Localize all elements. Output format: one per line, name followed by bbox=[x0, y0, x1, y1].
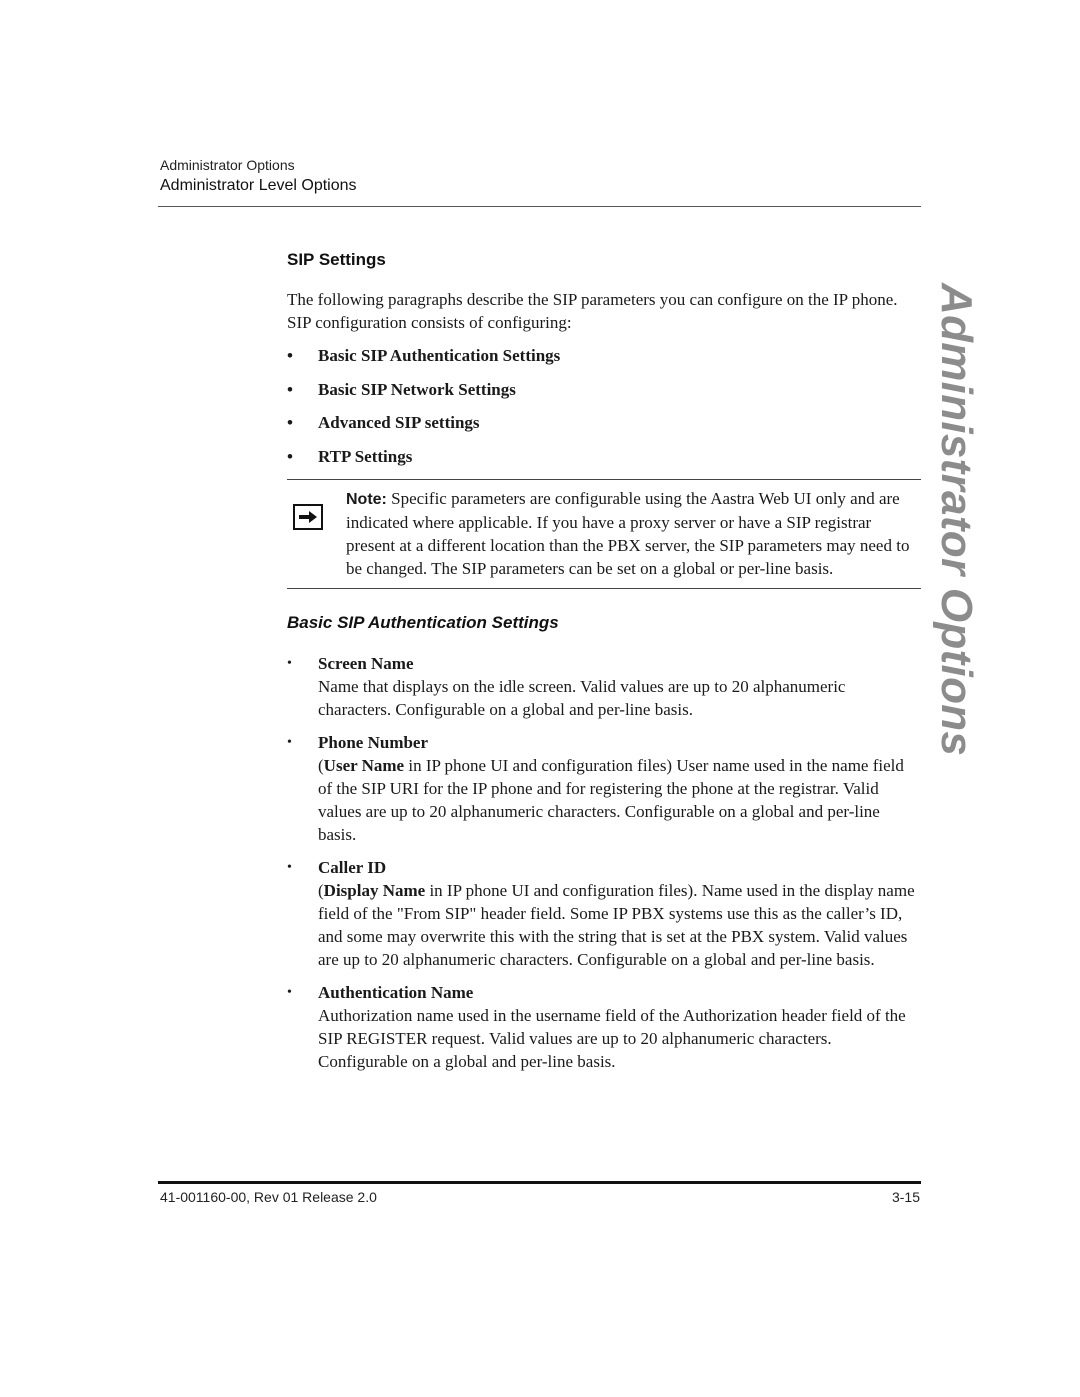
bullet-icon: • bbox=[287, 379, 293, 399]
parameter-description: Name that displays on the idle screen. V… bbox=[318, 675, 921, 721]
bullet-icon: • bbox=[287, 735, 292, 750]
parameter-term: Phone Number bbox=[318, 733, 429, 752]
config-list-item: • Advanced SIP settings bbox=[287, 412, 921, 434]
side-tab: Administrator Options bbox=[932, 283, 981, 756]
config-list-item: • Basic SIP Authentication Settings bbox=[287, 345, 921, 367]
note-body: Specific parameters are configurable usi… bbox=[346, 489, 910, 578]
ui-name: Display Name bbox=[323, 881, 426, 900]
bullet-icon: • bbox=[287, 656, 292, 671]
config-list-item: • Basic SIP Network Settings bbox=[287, 379, 921, 401]
parameter-term: Screen Name bbox=[318, 654, 414, 673]
config-item-label: Basic SIP Network Settings bbox=[318, 379, 516, 399]
bullet-icon: • bbox=[287, 413, 293, 432]
bullet-icon: • bbox=[287, 446, 293, 466]
note-label: Note: bbox=[346, 491, 387, 508]
running-head: Administrator Options Administrator Leve… bbox=[160, 156, 357, 197]
document-id: 41-001160-00, Rev 01 Release 2.0 bbox=[160, 1189, 377, 1205]
config-item-label: Advanced SIP settings bbox=[318, 413, 480, 432]
intro-paragraph: The following paragraphs describe the SI… bbox=[287, 290, 898, 332]
note-text: Note: Specific parameters are configurab… bbox=[346, 487, 921, 580]
side-tab-label: Administrator Options bbox=[932, 283, 981, 757]
parameter-description: (Display Name in IP phone UI and configu… bbox=[318, 879, 921, 971]
page-number: 3-15 bbox=[891, 1189, 920, 1205]
parameter-desc-text: in IP phone UI and configuration files) … bbox=[318, 756, 904, 844]
config-item-label: RTP Settings bbox=[318, 446, 413, 466]
heading-basic-sip-auth: Basic SIP Authentication Settings bbox=[287, 613, 559, 632]
parameter-item: • Authentication Name Authorization name… bbox=[287, 981, 921, 1073]
parameter-term: Caller ID bbox=[318, 858, 387, 877]
parameter-item: • Phone Number (User Name in IP phone UI… bbox=[287, 731, 921, 846]
config-list: • Basic SIP Authentication Settings • Basi… bbox=[287, 345, 921, 468]
parameter-item: • Screen Name Name that displays on the … bbox=[287, 652, 921, 721]
note-box: Note: Specific parameters are configurab… bbox=[287, 479, 921, 589]
arrow-right-icon bbox=[293, 504, 323, 530]
config-item-label: Basic SIP Authentication Settings bbox=[318, 346, 561, 365]
footer-divider bbox=[158, 1181, 921, 1184]
parameter-desc-text: Authorization name used in the username … bbox=[318, 1006, 906, 1071]
config-list-item: • RTP Settings bbox=[287, 446, 921, 468]
bullet-icon: • bbox=[287, 860, 292, 875]
parameter-description: Authorization name used in the username … bbox=[318, 1004, 921, 1073]
parameter-desc-text: Name that displays on the idle screen. V… bbox=[318, 677, 846, 719]
parameter-term: Authentication Name bbox=[318, 983, 474, 1002]
parameter-list: • Screen Name Name that displays on the … bbox=[287, 652, 921, 1073]
header-divider bbox=[158, 206, 921, 207]
parameter-description: (User Name in IP phone UI and configurat… bbox=[318, 754, 921, 846]
bullet-icon: • bbox=[287, 346, 293, 365]
parameter-item: • Caller ID (Display Name in IP phone UI… bbox=[287, 856, 921, 971]
bullet-icon: • bbox=[287, 985, 292, 1000]
chapter-title: Administrator Options bbox=[160, 157, 295, 173]
heading-sip-settings: SIP Settings bbox=[287, 250, 386, 269]
section-title: Administrator Level Options bbox=[160, 177, 357, 194]
main-content: SIP Settings The following paragraphs de… bbox=[287, 249, 921, 1083]
ui-name: User Name bbox=[323, 756, 405, 775]
